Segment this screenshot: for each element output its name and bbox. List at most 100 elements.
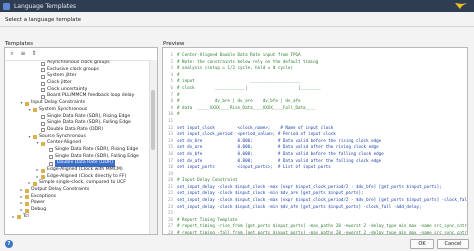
line-number: 25	[167, 210, 173, 216]
folder-icon	[41, 168, 45, 173]
window-title: Language Templates	[14, 2, 77, 10]
code-text: # report_timing -fall_from [get_ports $i…	[177, 230, 467, 235]
code-text: set_input_delay -clock $input_clock -min…	[177, 190, 364, 196]
folder-icon	[33, 135, 37, 140]
expand-arrow-icon[interactable]: ▸	[19, 194, 24, 201]
dialog-footer: ? OK Cancel	[0, 238, 474, 251]
tree-item[interactable]: ▾ System Synchronous	[5, 107, 151, 114]
line-number: 16	[167, 150, 173, 156]
cancel-button[interactable]: Cancel	[437, 239, 469, 249]
code-line: 7 #	[163, 92, 467, 99]
code-line: 5 # input ____________________	[163, 78, 467, 85]
file-icon	[41, 61, 45, 66]
tree-item[interactable]: Clock jitter	[5, 80, 151, 87]
code-text: set input_clock_period <period_value>; #…	[177, 131, 336, 137]
expand-arrow-icon[interactable]: ▸	[11, 214, 16, 221]
code-line: 20 # Input Delay Constraint	[163, 177, 467, 184]
expand-arrow-icon[interactable]: ▸	[19, 200, 24, 207]
line-number: 15	[167, 144, 173, 150]
line-number: 22	[167, 190, 173, 196]
file-icon	[49, 148, 53, 153]
preview-panel: 1 # Center-Aligned Double Data Rate input…	[162, 47, 468, 235]
code-line: 4 #	[163, 72, 467, 79]
code-line: 17 set dv_afe 0.000; # Data valid after t…	[163, 158, 467, 165]
tree-scrollbar-thumb[interactable]	[151, 90, 155, 150]
code-line: 12 set input_clock <clock_name>; # Name o…	[163, 125, 467, 132]
tree-item[interactable]: Single Data Rate (SDR), Rising Edge	[5, 147, 151, 154]
code-line: 25	[163, 210, 467, 217]
code-line: 16 set dv_bfe 0.000; # Data valid before …	[163, 151, 467, 158]
collapse-icon[interactable]: ≡	[19, 50, 27, 58]
code-text: # dv_bre | dv_are dv_bfe | dv_afe	[177, 98, 301, 104]
tree-item[interactable]: Double Data Rate (DDR)	[5, 127, 151, 134]
tree-item[interactable]: ▸ Debug	[5, 207, 151, 214]
code-line: 10 #	[163, 111, 467, 118]
expand-arrow-icon[interactable]: ▸	[19, 207, 24, 214]
line-number: 21	[167, 183, 173, 189]
code-line: 24 set_input_delay -clock $input_clock -m…	[163, 204, 467, 211]
code-line: 26 # Report Timing Template	[163, 217, 467, 224]
line-number: 14	[167, 137, 173, 143]
collapse-arrow-icon[interactable]: ▾	[27, 134, 32, 141]
tree-item[interactable]: ▸ Power	[5, 200, 151, 207]
tree-item[interactable]: ▸ Exceptions	[5, 194, 151, 201]
tree-item[interactable]: ▸ Tcl	[5, 214, 151, 221]
code-text: set dv_bre 0.000; # Data valid before th…	[177, 137, 382, 143]
line-number: 4	[170, 71, 173, 77]
line-number: 20	[167, 177, 173, 183]
tree-item[interactable]: ▾ Input Delay Constraints	[5, 100, 151, 107]
folder-icon	[25, 195, 29, 200]
tree-item[interactable]: ▸ Output Delay Constraints	[5, 187, 151, 194]
code-text: set_input_delay -clock $input_clock -max…	[177, 183, 442, 189]
line-number: 13	[167, 131, 173, 137]
tree-item[interactable]: Double Data Rate (DDR)	[5, 160, 151, 168]
line-number: 3	[170, 65, 173, 71]
tree-item-label: Tcl	[23, 213, 29, 219]
file-icon	[41, 121, 45, 126]
code-text: # Center-Aligned Double Data Rate input …	[177, 52, 301, 57]
tree-item[interactable]: Exclusive clock groups	[5, 67, 151, 74]
collapse-arrow-icon[interactable]: ▾	[35, 140, 40, 147]
code-line: 2 # Note: the constraints below rely on t…	[163, 59, 467, 66]
line-number: 24	[167, 203, 173, 209]
tree-item[interactable]: System jitter	[5, 73, 151, 80]
code-line: 28 # report_timing -fall_from [get_ports …	[163, 230, 467, 235]
help-button[interactable]: ?	[5, 240, 13, 248]
header-divider	[0, 26, 474, 27]
code-line: 22 set_input_delay -clock $input_clock -m…	[163, 190, 467, 197]
line-number: 27	[167, 223, 173, 229]
line-number: 12	[167, 124, 173, 130]
code-line: 27 # report_timing -rise_from [get_ports …	[163, 223, 467, 230]
code-text: #	[177, 91, 180, 97]
line-number: 17	[167, 157, 173, 163]
line-number: 9	[170, 104, 173, 110]
code-text: # data _____XXXX____Rise_Data____XXXX___…	[177, 104, 316, 110]
tree-item[interactable]: Single Data Rate (SDR), Falling Edge	[5, 120, 151, 127]
tree-item[interactable]: ▾ Center-Aligned	[5, 140, 151, 147]
ok-button[interactable]: OK	[410, 239, 434, 249]
expand-arrow-icon[interactable]: ▸	[19, 187, 24, 194]
code-text: #	[177, 71, 180, 77]
file-icon	[41, 88, 45, 93]
tree-item[interactable]: ▸ Edge-Aligned (Clock with MMCM)	[5, 167, 151, 174]
expand-icon[interactable]: ⇕	[30, 50, 38, 58]
code-preview: 1 # Center-Aligned Double Data Rate input…	[163, 48, 467, 235]
folder-icon	[33, 181, 37, 186]
line-number: 6	[170, 84, 173, 90]
tree-item[interactable]: Asynchronous clock groups	[5, 60, 151, 67]
collapse-arrow-icon[interactable]: ▾	[27, 107, 32, 114]
file-icon	[49, 161, 53, 166]
code-text: # input ____________________	[177, 78, 301, 84]
code-text: # clock ____________| |________	[177, 84, 321, 90]
collapse-arrow-icon[interactable]: ▾	[19, 100, 24, 107]
line-number: 7	[170, 91, 173, 97]
code-line: 21 set_input_delay -clock $input_clock -m…	[163, 184, 467, 191]
code-line: 1 # Center-Aligned Double Data Rate input…	[163, 52, 467, 59]
tree-scrollbar[interactable]	[149, 60, 157, 234]
code-text: set dv_bfe 0.000; # Data valid before th…	[177, 150, 384, 156]
line-number: 5	[170, 78, 173, 84]
templates-panel: ⌕ ≡ ⇕ Asynchronous clock groups Exclusive…	[4, 47, 158, 235]
expand-arrow-icon[interactable]: ▸	[35, 167, 40, 174]
code-text: set input_ports <input_ports>; # List of…	[177, 164, 331, 170]
search-icon[interactable]: ⌕	[8, 50, 16, 58]
